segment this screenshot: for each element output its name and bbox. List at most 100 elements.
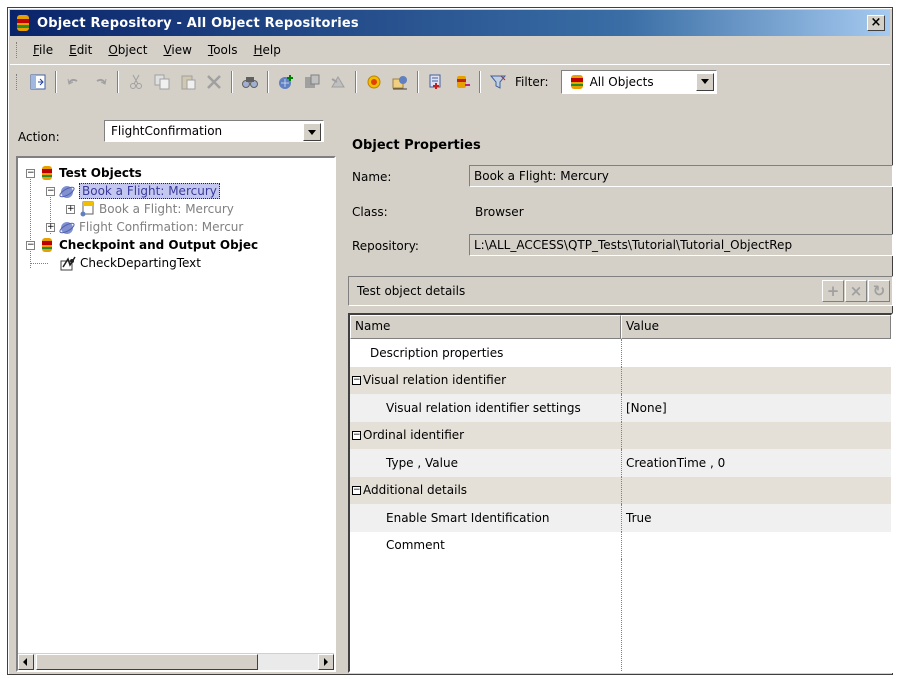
- paste-icon[interactable]: [176, 70, 200, 94]
- browser-icon: [59, 222, 75, 234]
- find-icon[interactable]: [238, 70, 262, 94]
- grid-cell-name: Visual relation identifier settings: [386, 400, 581, 415]
- scroll-left-icon[interactable]: [18, 654, 34, 670]
- collapse-icon[interactable]: −: [352, 430, 361, 440]
- menu-file[interactable]: File: [25, 41, 61, 59]
- grid-cell-value[interactable]: CreationTime , 0: [621, 449, 891, 477]
- delete-icon[interactable]: [202, 70, 226, 94]
- scroll-right-icon[interactable]: [318, 654, 334, 670]
- page-icon: [80, 201, 94, 217]
- grid-column-divider: [621, 559, 622, 671]
- action-dropdown[interactable]: FlightConfirmation: [104, 120, 324, 142]
- collapse-icon[interactable]: −: [26, 168, 35, 178]
- test-object-details-grid[interactable]: Name Value Description properties − Visua…: [348, 313, 893, 673]
- toolbar-separator: [355, 70, 357, 93]
- name-field[interactable]: Book a Flight: Mercury: [469, 165, 893, 187]
- grid-row-visual-relation-settings[interactable]: Visual relation identifier settings [Non…: [350, 394, 891, 422]
- tree-node-label: Checkpoint and Output Objec: [59, 238, 259, 252]
- tree-node-check-departing-text[interactable]: CheckDepartingText: [60, 254, 201, 272]
- column-header-name[interactable]: Name: [350, 315, 621, 339]
- collapse-icon[interactable]: −: [352, 485, 361, 495]
- menu-object[interactable]: Object: [100, 41, 155, 59]
- chevron-down-icon[interactable]: [303, 123, 321, 141]
- grid-cell-value[interactable]: [None]: [621, 394, 891, 422]
- grid-cell-value[interactable]: True: [621, 504, 891, 532]
- checkpoint-icon[interactable]: [362, 70, 386, 94]
- column-header-value[interactable]: Value: [621, 315, 891, 339]
- redo-icon[interactable]: [88, 70, 112, 94]
- grid-cell-name: − Visual relation identifier: [350, 367, 621, 395]
- class-value: Browser: [475, 205, 524, 219]
- collapse-icon[interactable]: −: [26, 240, 35, 250]
- action-value: FlightConfirmation: [111, 124, 223, 138]
- define-new-icon[interactable]: [388, 70, 412, 94]
- action-row: Action: FlightConfirmation: [18, 120, 324, 144]
- grid-cell-name: Enable Smart Identification: [386, 510, 550, 525]
- menu-view[interactable]: View: [155, 41, 199, 59]
- grid-row-visual-relation-identifier[interactable]: − Visual relation identifier: [350, 366, 891, 395]
- tree-node-browser-book-a-flight[interactable]: − Book a Flight: Mercury: [46, 182, 220, 200]
- menu-bar: File Edit Object View Tools Help: [10, 39, 890, 61]
- repository-icon: [17, 15, 29, 31]
- export-icon[interactable]: [450, 70, 474, 94]
- expand-icon[interactable]: +: [46, 222, 55, 232]
- remove-property-button[interactable]: ×: [845, 280, 867, 302]
- filter-value: All Objects: [589, 74, 654, 89]
- repository-icon: [570, 74, 583, 89]
- grid-row-ordinal-identifier[interactable]: − Ordinal identifier: [350, 421, 891, 450]
- object-spy-icon[interactable]: [300, 70, 324, 94]
- add-objects-icon[interactable]: [274, 70, 298, 94]
- grid-header: Name Value: [350, 315, 891, 339]
- menu-help[interactable]: Help: [246, 41, 289, 59]
- undo-icon[interactable]: [62, 70, 86, 94]
- scrollbar-thumb[interactable]: [36, 654, 258, 670]
- grid-cell-value: [621, 339, 891, 367]
- window-title: Object Repository - All Object Repositor…: [37, 15, 359, 31]
- highlight-icon[interactable]: [326, 70, 350, 94]
- menu-file-rest: ile: [39, 43, 54, 57]
- repository-path-field[interactable]: L:\ALL_ACCESS\QTP_Tests\Tutorial\Tutoria…: [469, 234, 893, 256]
- action-label: Action:: [18, 130, 60, 144]
- grid-row-type-value[interactable]: Type , Value CreationTime , 0: [350, 449, 891, 477]
- menu-edit[interactable]: Edit: [61, 41, 100, 59]
- collapse-icon[interactable]: −: [46, 186, 55, 196]
- tree-node-test-objects[interactable]: − Test Objects: [26, 164, 142, 182]
- class-label: Class:: [352, 205, 388, 219]
- add-property-button[interactable]: +: [822, 280, 844, 302]
- grid-row-enable-smart-identification[interactable]: Enable Smart Identification True: [350, 504, 891, 532]
- close-button[interactable]: ×: [867, 15, 885, 31]
- grid-cell-name: − Ordinal identifier: [350, 422, 621, 450]
- browser-icon: [59, 186, 75, 198]
- menu-tools[interactable]: Tools: [200, 41, 246, 59]
- title-bar[interactable]: Object Repository - All Object Repositor…: [10, 10, 890, 36]
- chevron-down-icon[interactable]: [695, 72, 714, 91]
- grid-row-comment[interactable]: Comment: [350, 531, 891, 559]
- collapse-icon[interactable]: −: [352, 375, 361, 385]
- toolbar-separator: [117, 70, 119, 93]
- category-label: Visual relation identifier: [363, 373, 507, 388]
- cut-icon[interactable]: [124, 70, 148, 94]
- tree-node-page-book-a-flight[interactable]: + Book a Flight: Mercury: [66, 200, 234, 218]
- grid-row-description-properties[interactable]: Description properties: [350, 339, 891, 367]
- grid-cell-value[interactable]: [621, 531, 891, 559]
- filter-dropdown[interactable]: All Objects: [560, 69, 717, 94]
- grid-row-additional-details[interactable]: − Additional details: [350, 476, 891, 504]
- tree-node-browser-flight-confirmation[interactable]: + Flight Confirmation: Mercur: [46, 218, 243, 236]
- test-object-details-label: Test object details: [357, 284, 466, 298]
- expand-icon[interactable]: +: [66, 204, 75, 214]
- horizontal-scrollbar[interactable]: [18, 653, 334, 670]
- menu-grip[interactable]: [16, 42, 19, 58]
- toolbar-separator: [231, 70, 233, 93]
- toolbar-grip[interactable]: [16, 73, 19, 90]
- object-tree[interactable]: − Test Objects − Book a Flight: Mercury …: [16, 156, 336, 672]
- toolbar-separator: [479, 70, 481, 93]
- copy-icon[interactable]: [150, 70, 174, 94]
- locate-in-repository-icon[interactable]: [26, 70, 50, 94]
- associate-repository-icon[interactable]: [424, 70, 448, 94]
- grid-cell-name: Type , Value: [386, 455, 458, 470]
- filter-icon[interactable]: [486, 70, 510, 94]
- details-button-group: + × ↻: [821, 280, 890, 302]
- restore-property-button[interactable]: ↻: [868, 280, 890, 302]
- tree-node-checkpoint-objects[interactable]: − Checkpoint and Output Objec: [26, 236, 258, 254]
- category-label: Additional details: [363, 483, 468, 498]
